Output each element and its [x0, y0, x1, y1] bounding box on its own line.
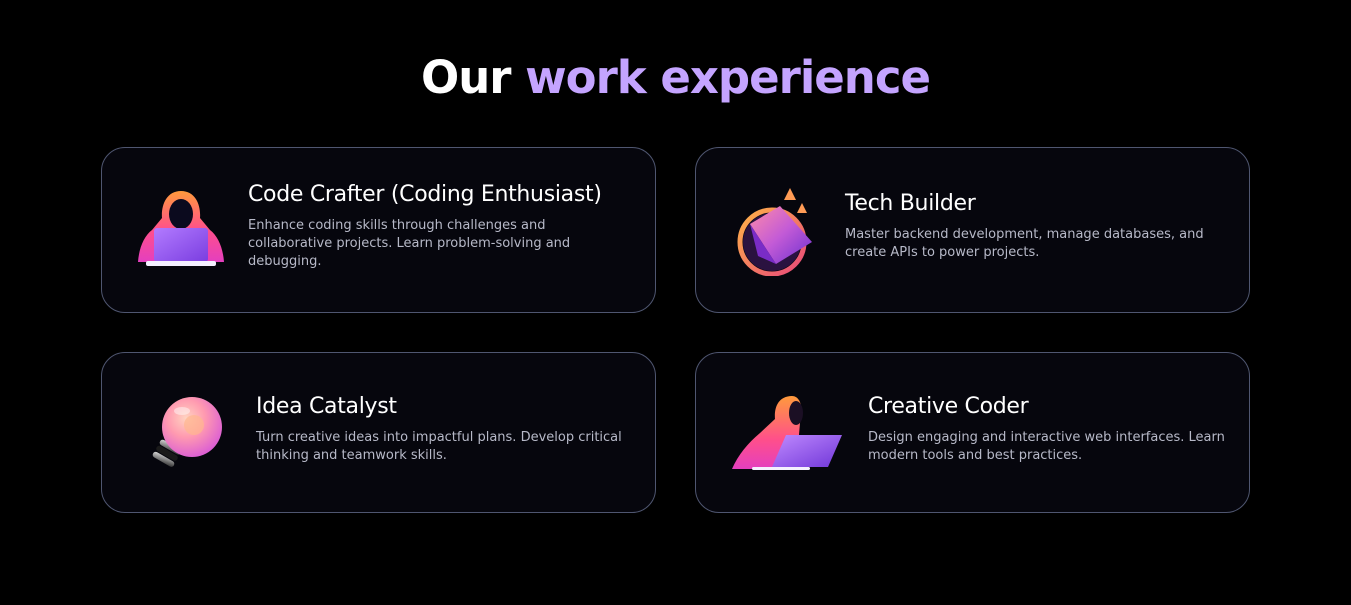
card-text: Idea Catalyst Turn creative ideas into i…	[256, 394, 626, 465]
hooded-coder-icon	[136, 188, 226, 272]
heading-part-accent: work experience	[525, 51, 931, 104]
lightbulb-icon	[144, 393, 228, 473]
card-text: Code Crafter (Coding Enthusiast) Enhance…	[248, 182, 628, 271]
experience-card-tech-builder: Tech Builder Master backend development,…	[695, 147, 1250, 313]
card-text: Tech Builder Master backend development,…	[845, 191, 1215, 262]
card-description: Master backend development, manage datab…	[845, 227, 1204, 260]
card-title: Code Crafter (Coding Enthusiast)	[248, 182, 602, 207]
laptop-coder-icon	[730, 393, 844, 473]
card-description: Design engaging and interactive web inte…	[868, 430, 1225, 463]
growth-cube-icon	[736, 184, 818, 277]
card-title: Creative Coder	[868, 394, 1029, 419]
experience-card-creative-coder: Creative Coder Design engaging and inter…	[695, 352, 1250, 513]
card-title: Idea Catalyst	[256, 394, 397, 419]
card-text: Creative Coder Design engaging and inter…	[868, 394, 1228, 465]
card-description: Turn creative ideas into impactful plans…	[256, 430, 622, 463]
heading-part-our: Our	[420, 51, 511, 104]
section-heading: Our work experience	[0, 50, 1351, 106]
experience-card-idea-catalyst: Idea Catalyst Turn creative ideas into i…	[101, 352, 656, 513]
card-description: Enhance coding skills through challenges…	[248, 218, 571, 269]
work-experience-section: Our work experience Code Crafter (Coding…	[0, 0, 1351, 605]
card-title: Tech Builder	[845, 191, 976, 216]
experience-card-code-crafter: Code Crafter (Coding Enthusiast) Enhance…	[101, 147, 656, 313]
